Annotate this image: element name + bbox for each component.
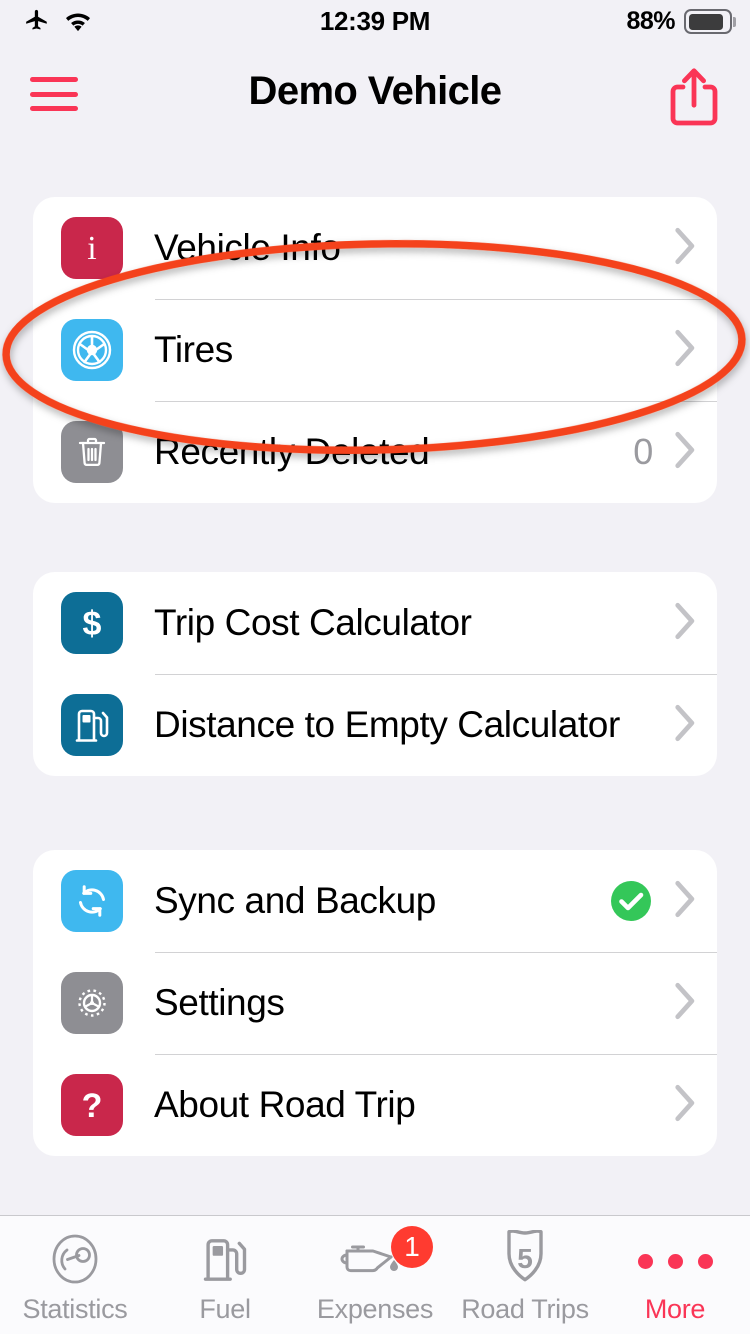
- chevron-right-icon: [673, 880, 695, 923]
- row-label-vehicle-info: Vehicle Info: [154, 227, 341, 268]
- status-bar: 12:39 PM 88%: [0, 0, 750, 44]
- tab-icon-expenses: 1: [339, 1226, 433, 1290]
- chevron-right-icon: [673, 227, 695, 270]
- battery-percent-label: 88%: [626, 7, 675, 35]
- row-label-trip-cost-calculator: Trip Cost Calculator: [154, 602, 472, 643]
- trash-icon: [61, 421, 123, 483]
- row-label-distance-to-empty-calculator: Distance to Empty Calculator: [154, 704, 620, 745]
- question-icon: ?: [61, 1074, 123, 1136]
- list-row-tires[interactable]: Tires: [33, 299, 717, 401]
- vehicle-section-card: i Vehicle Info Tires Recently Deleted 0: [33, 197, 717, 503]
- tab-statistics[interactable]: Statistics: [0, 1216, 150, 1334]
- row-label-recently-deleted: Recently Deleted: [154, 431, 430, 472]
- tab-badge-expenses: 1: [391, 1226, 433, 1268]
- tab-more[interactable]: More: [600, 1216, 750, 1334]
- app-section-card: Sync and Backup Settings? About Road Trip: [33, 850, 717, 1156]
- chevron-right-icon: [673, 329, 695, 372]
- chevron-right-icon: [673, 602, 695, 645]
- navigation-bar: Demo Vehicle: [0, 44, 750, 140]
- row-label-settings: Settings: [154, 982, 285, 1023]
- tab-road-trips[interactable]: 5 Road Trips: [450, 1216, 600, 1334]
- list-row-trip-cost-calculator[interactable]: $ Trip Cost Calculator: [33, 572, 717, 674]
- tab-bar: Statistics Fuel 1 Expenses 5 Road Trips More: [0, 1215, 750, 1334]
- chevron-right-icon: [673, 704, 695, 747]
- sync-icon: [61, 870, 123, 932]
- sync-status-check-icon: [609, 879, 653, 923]
- svg-text:?: ?: [82, 1087, 103, 1125]
- ellipsis-icon: [637, 1253, 713, 1269]
- dollar-icon: $: [61, 592, 123, 654]
- chevron-right-icon: [673, 431, 695, 474]
- chevron-right-icon: [673, 982, 695, 1025]
- tab-label-fuel: Fuel: [199, 1294, 251, 1324]
- speedometer-icon: [47, 1230, 103, 1293]
- tab-label-expenses: Expenses: [316, 1294, 434, 1324]
- share-icon[interactable]: [664, 66, 724, 128]
- list-row-recently-deleted[interactable]: Recently Deleted 0: [33, 401, 717, 503]
- list-row-about-road-trip[interactable]: ? About Road Trip: [33, 1054, 717, 1156]
- list-row-sync-and-backup[interactable]: Sync and Backup: [33, 850, 717, 952]
- tab-fuel[interactable]: Fuel: [150, 1216, 300, 1334]
- list-row-settings[interactable]: Settings: [33, 952, 717, 1054]
- info-icon: i: [61, 217, 123, 279]
- tab-expenses[interactable]: 1 Expenses: [300, 1216, 450, 1334]
- chevron-right-icon: [673, 1084, 695, 1127]
- tab-label-more: More: [644, 1294, 706, 1324]
- tab-icon-road-trips: 5: [498, 1228, 552, 1293]
- tab-label-road-trips: Road Trips: [461, 1294, 589, 1324]
- status-bar-right: 88%: [626, 7, 736, 36]
- fuel-pump-icon: [61, 694, 123, 756]
- tab-icon-more: [637, 1232, 713, 1290]
- tab-label-statistics: Statistics: [22, 1294, 128, 1324]
- row-label-about-road-trip: About Road Trip: [154, 1084, 416, 1125]
- battery-icon: [684, 9, 736, 34]
- tab-icon-statistics: [47, 1232, 103, 1290]
- app-screen: 12:39 PM 88% Demo Vehicle i Vehicle Info T…: [0, 0, 750, 1334]
- calculators-section-card: $ Trip Cost Calculator Distance to Empty C…: [33, 572, 717, 776]
- page-title: Demo Vehicle: [248, 69, 503, 113]
- tab-icon-fuel: [199, 1232, 251, 1290]
- row-label-sync-and-backup: Sync and Backup: [154, 880, 436, 921]
- svg-text:$: $: [83, 605, 102, 643]
- svg-text:i: i: [87, 230, 96, 267]
- fuel-pump-icon: [199, 1231, 251, 1292]
- row-value-recently-deleted: 0: [633, 431, 653, 472]
- svg-text:5: 5: [517, 1243, 533, 1274]
- row-label-tires: Tires: [154, 329, 233, 370]
- highway-shield-5-icon: 5: [498, 1228, 552, 1293]
- tire-icon: [61, 319, 123, 381]
- list-row-vehicle-info[interactable]: i Vehicle Info: [33, 197, 717, 299]
- gear-icon: [61, 972, 123, 1034]
- list-row-distance-to-empty-calculator[interactable]: Distance to Empty Calculator: [33, 674, 717, 776]
